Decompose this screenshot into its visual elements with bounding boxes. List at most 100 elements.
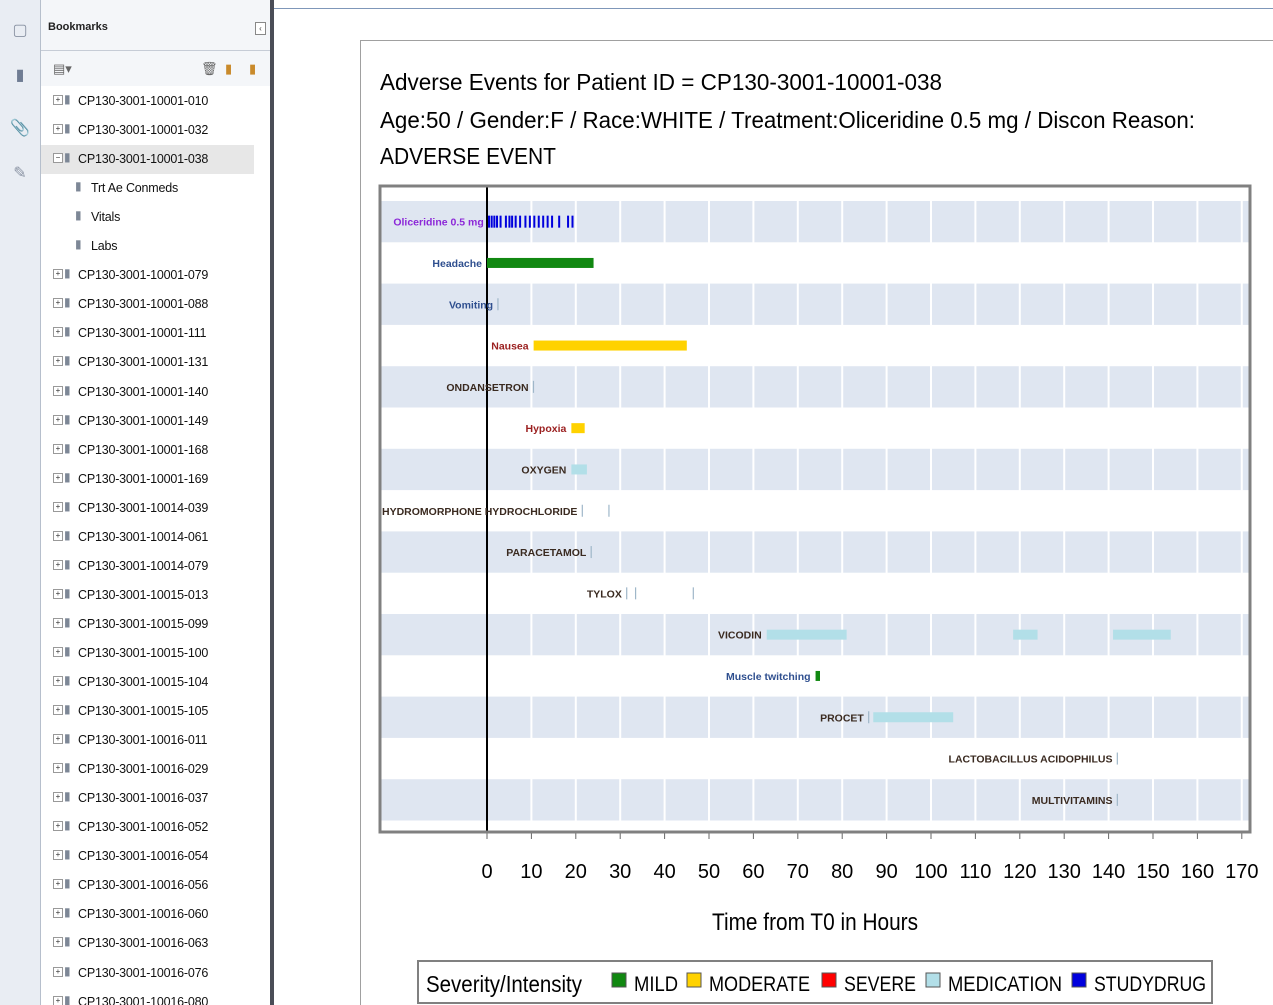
bookmark-label: Vitals (91, 210, 121, 225)
bookmark-item[interactable]: + ▮ CP130-3001-10001-149 (41, 407, 254, 436)
expand-icon[interactable]: + (53, 298, 63, 309)
bookmark-item[interactable]: + ▮ CP130-3001-10016-011 (41, 726, 254, 755)
bookmark-label: CP130-3001-10001-131 (78, 355, 209, 370)
bookmark-item[interactable]: + ▮ CP130-3001-10001-169 (41, 465, 254, 494)
bookmark-label: CP130-3001-10014-061 (78, 529, 209, 544)
bookmark-icon: ▮ (64, 673, 71, 687)
bookmark-icon: ▮ (64, 731, 71, 746)
bookmark-label: CP130-3001-10014-039 (78, 500, 209, 515)
bookmark-item[interactable]: + ▮ CP130-3001-10016-063 (41, 929, 254, 958)
expand-icon[interactable]: + (53, 385, 63, 396)
expand-icon[interactable]: + (53, 269, 63, 280)
bookmark-label: CP130-3001-10001-169 (78, 471, 209, 486)
expand-icon[interactable]: + (53, 588, 63, 599)
bookmark-label: CP130-3001-10001-088 (78, 297, 209, 312)
bookmark-icon: ▮ (75, 237, 82, 252)
expand-icon[interactable]: + (53, 124, 63, 135)
bookmark-icon: ▮ (64, 789, 71, 804)
bookmark-item[interactable]: + ▮ CP130-3001-10014-061 (41, 523, 254, 552)
expand-icon[interactable]: + (53, 501, 63, 512)
navigation-panel-strip: ▢ ▮ 📎 ✎ (0, 0, 41, 1005)
expand-icon[interactable]: + (53, 792, 63, 803)
bookmark-label: CP130-3001-10015-104 (78, 675, 209, 689)
bookmark-child-item[interactable]: ▮ Vitals (41, 203, 254, 232)
bookmark-item[interactable]: + ▮ CP130-3001-10001-131 (41, 348, 254, 377)
bookmark-item[interactable]: + ▮ CP130-3001-10001-140 (41, 378, 254, 407)
expand-icon[interactable]: + (53, 646, 63, 657)
expand-icon[interactable]: + (53, 966, 63, 977)
bookmark-label: Labs (91, 239, 118, 254)
page-thumbnails-icon[interactable]: ▢ (10, 20, 30, 42)
expand-icon[interactable]: + (53, 937, 63, 948)
collapse-panel-button[interactable]: ‹ (255, 22, 266, 35)
expand-icon[interactable]: + (53, 763, 63, 774)
expand-bookmark-icon[interactable]: ▮ (249, 61, 256, 77)
bookmark-icon: ▮ (64, 324, 71, 339)
expand-icon[interactable]: + (53, 414, 63, 425)
bookmark-item[interactable]: + ▮ CP130-3001-10001-079 (41, 261, 254, 290)
expand-icon[interactable]: + (53, 327, 63, 338)
expand-icon[interactable]: + (53, 908, 63, 919)
bookmark-item[interactable]: + ▮ CP130-3001-10015-013 (41, 581, 254, 610)
expand-icon[interactable]: + (53, 472, 63, 483)
bookmark-label: CP130-3001-10001-168 (78, 442, 209, 457)
attachments-icon[interactable]: 📎 (10, 118, 30, 140)
bookmark-child-item[interactable]: ▮ Trt Ae Conmeds (41, 174, 254, 203)
bookmark-item[interactable]: + ▮ CP130-3001-10015-100 (41, 639, 254, 668)
bookmark-item[interactable]: + ▮ CP130-3001-10001-032 (41, 116, 254, 145)
expand-icon[interactable]: + (53, 617, 63, 628)
bookmarks-icon[interactable]: ▮ (10, 65, 30, 87)
expand-icon[interactable]: + (53, 530, 63, 541)
bookmark-icon: ▮ (64, 295, 71, 310)
bookmark-icon: ▮ (64, 905, 71, 920)
bookmark-label: CP130-3001-10001-111 (78, 326, 207, 341)
expand-icon[interactable]: + (53, 850, 63, 861)
bookmark-icon: ▮ (64, 498, 71, 513)
expand-icon[interactable]: + (53, 705, 63, 716)
signatures-icon[interactable]: ✎ (10, 163, 30, 185)
expand-icon[interactable]: + (53, 443, 63, 454)
bookmark-label: CP130-3001-10015-013 (78, 587, 209, 602)
bookmark-item[interactable]: + ▮ CP130-3001-10016-076 (41, 959, 254, 988)
bookmark-label: CP130-3001-10015-105 (78, 704, 209, 719)
delete-bookmark-icon[interactable]: 🗑 (201, 61, 218, 77)
bookmark-label: CP130-3001-10016-052 (78, 820, 209, 835)
options-menu-icon[interactable]: ▤▾ (53, 61, 72, 77)
bookmark-item[interactable]: + ▮ CP130-3001-10001-111 (41, 319, 254, 348)
bookmark-item[interactable]: + ▮ CP130-3001-10016-052 (41, 813, 254, 842)
bookmark-item[interactable]: + ▮ CP130-3001-10016-029 (41, 755, 254, 784)
bookmark-icon: ▮ (64, 934, 71, 949)
viewer-top-border (274, 8, 1273, 9)
expand-icon[interactable]: + (53, 995, 63, 1005)
bookmark-icon: ▮ (64, 382, 71, 397)
expand-icon[interactable]: + (53, 879, 63, 890)
bookmark-item[interactable]: + ▮ CP130-3001-10016-060 (41, 900, 254, 929)
bookmark-item[interactable]: + ▮ CP130-3001-10001-088 (41, 290, 254, 319)
bookmark-item[interactable]: + ▮ CP130-3001-10016-037 (41, 784, 254, 813)
bookmark-label: CP130-3001-10016-063 (78, 936, 209, 951)
bookmark-item[interactable]: + ▮ CP130-3001-10001-010 (41, 87, 254, 116)
bookmark-item[interactable]: + ▮ CP130-3001-10014-079 (41, 552, 254, 581)
bookmark-item[interactable]: + ▮ CP130-3001-10016-056 (41, 871, 254, 900)
expand-icon[interactable]: + (53, 821, 63, 832)
bookmark-item[interactable]: + ▮ CP130-3001-10001-168 (41, 436, 254, 465)
expand-icon[interactable]: + (53, 356, 63, 367)
bookmark-icon: ▮ (64, 92, 71, 106)
expand-icon[interactable]: + (53, 676, 63, 686)
new-bookmark-icon[interactable]: ▮ (225, 61, 232, 77)
bookmark-icon: ▮ (64, 266, 71, 281)
page-edge-top (360, 40, 1273, 41)
bookmark-item[interactable]: + ▮ CP130-3001-10016-054 (41, 842, 254, 871)
bookmark-icon: ▮ (64, 469, 71, 484)
bookmark-item[interactable]: − ▮ CP130-3001-10001-038 (41, 145, 254, 175)
bookmark-item[interactable]: + ▮ CP130-3001-10014-039 (41, 494, 254, 523)
expand-icon[interactable]: + (53, 734, 63, 745)
bookmark-item[interactable]: + ▮ CP130-3001-10015-104 (41, 668, 254, 697)
collapse-icon[interactable]: − (53, 153, 63, 164)
expand-icon[interactable]: + (53, 95, 63, 105)
bookmark-item[interactable]: + ▮ CP130-3001-10015-105 (41, 697, 254, 726)
bookmark-child-item[interactable]: ▮ Labs (41, 232, 254, 261)
bookmark-item[interactable]: + ▮ CP130-3001-10016-080 (41, 988, 254, 1005)
expand-icon[interactable]: + (53, 559, 63, 570)
bookmark-item[interactable]: + ▮ CP130-3001-10015-099 (41, 610, 254, 639)
